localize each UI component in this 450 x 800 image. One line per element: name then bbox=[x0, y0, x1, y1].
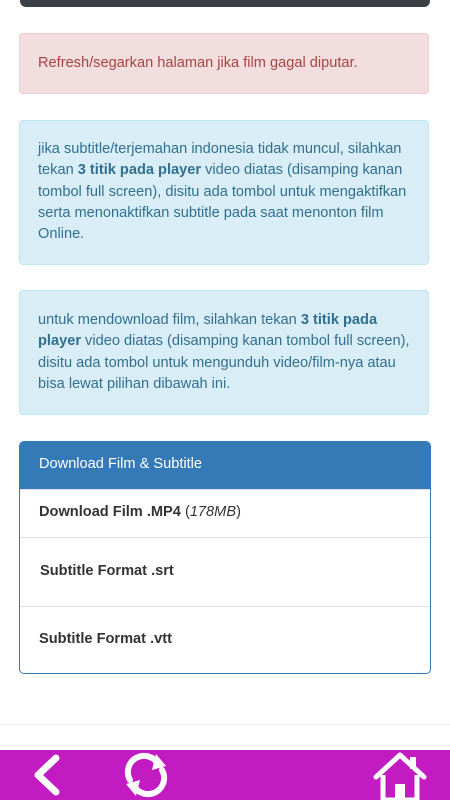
subtitle-vtt-link[interactable]: Subtitle Format .vtt bbox=[20, 606, 430, 673]
refresh-icon bbox=[124, 752, 168, 798]
bottom-nav-bar bbox=[0, 750, 450, 800]
subtitle-info-alert: jika subtitle/terjemahan indonesia tidak… bbox=[19, 120, 429, 265]
download-info-text-after: video diatas (disamping kanan tombol ful… bbox=[38, 333, 410, 392]
subtitle-srt-label: Subtitle Format .srt bbox=[40, 563, 174, 579]
download-film-mp4-link[interactable]: Download Film .MP4 (178MB) bbox=[20, 489, 430, 537]
download-panel-title: Download Film & Subtitle bbox=[20, 442, 430, 489]
download-film-label: Download Film .MP4 bbox=[39, 504, 181, 520]
refresh-button[interactable] bbox=[118, 750, 174, 800]
film-size-close-paren: ) bbox=[236, 504, 241, 520]
chevron-left-icon bbox=[34, 754, 60, 796]
divider bbox=[0, 724, 450, 725]
film-size: 178MB bbox=[189, 504, 237, 520]
subtitle-info-text-bold: 3 titik pada player bbox=[77, 162, 202, 179]
home-button[interactable] bbox=[370, 750, 430, 800]
back-button[interactable] bbox=[24, 750, 70, 800]
film-size-open-paren: ( bbox=[180, 504, 190, 520]
download-info-text-before: untuk mendownload film, silahkan tekan bbox=[38, 312, 301, 328]
download-panel: Download Film & Subtitle Download Film .… bbox=[19, 441, 431, 674]
download-info-alert: untuk mendownload film, silahkan tekan 3… bbox=[19, 290, 429, 415]
refresh-alert: Refresh/segarkan halaman jika film gagal… bbox=[19, 33, 429, 94]
refresh-alert-text: Refresh/segarkan halaman jika film gagal… bbox=[38, 55, 358, 71]
video-player-bottom-edge bbox=[20, 0, 430, 7]
subtitle-vtt-label: Subtitle Format .vtt bbox=[39, 631, 172, 647]
subtitle-srt-link[interactable]: Subtitle Format .srt bbox=[20, 537, 430, 606]
home-icon bbox=[373, 752, 427, 800]
